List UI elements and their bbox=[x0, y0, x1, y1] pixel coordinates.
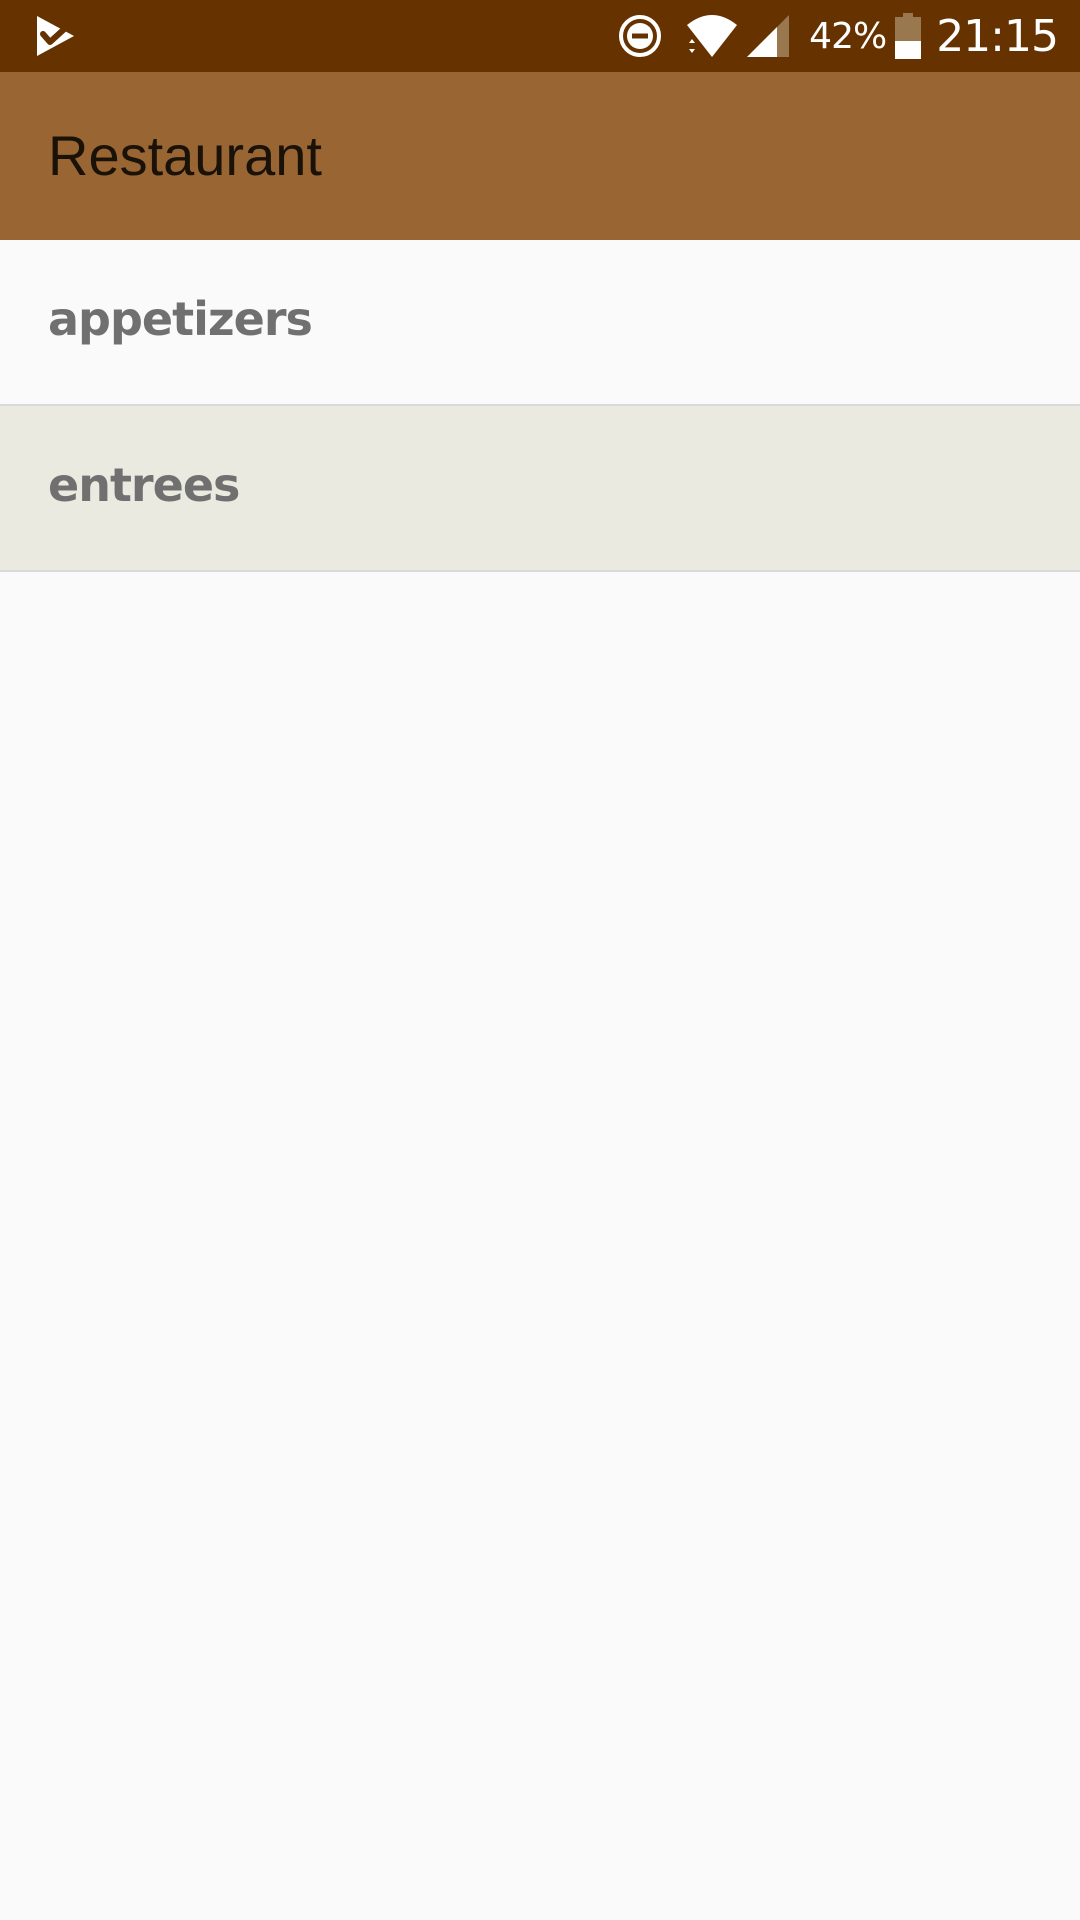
app-bar: Restaurant bbox=[0, 72, 1080, 240]
wifi-icon bbox=[687, 15, 738, 57]
page-title: Restaurant bbox=[48, 124, 322, 187]
category-label: entrees bbox=[48, 458, 240, 512]
do-not-disturb-icon bbox=[619, 15, 662, 57]
clock: 21:15 bbox=[936, 10, 1059, 62]
category-list: appetizers entrees bbox=[0, 240, 1080, 572]
status-bar: 42% 21:15 bbox=[0, 0, 1080, 72]
task-check-icon bbox=[37, 16, 75, 56]
battery-percent: 42% bbox=[809, 15, 887, 57]
battery-icon bbox=[895, 13, 922, 59]
status-icons: 42% 21:15 bbox=[617, 0, 1059, 72]
category-item-entrees[interactable]: entrees bbox=[0, 406, 1080, 572]
cellular-signal-icon bbox=[747, 15, 790, 57]
category-item-appetizers[interactable]: appetizers bbox=[0, 240, 1080, 406]
category-label: appetizers bbox=[48, 292, 313, 346]
